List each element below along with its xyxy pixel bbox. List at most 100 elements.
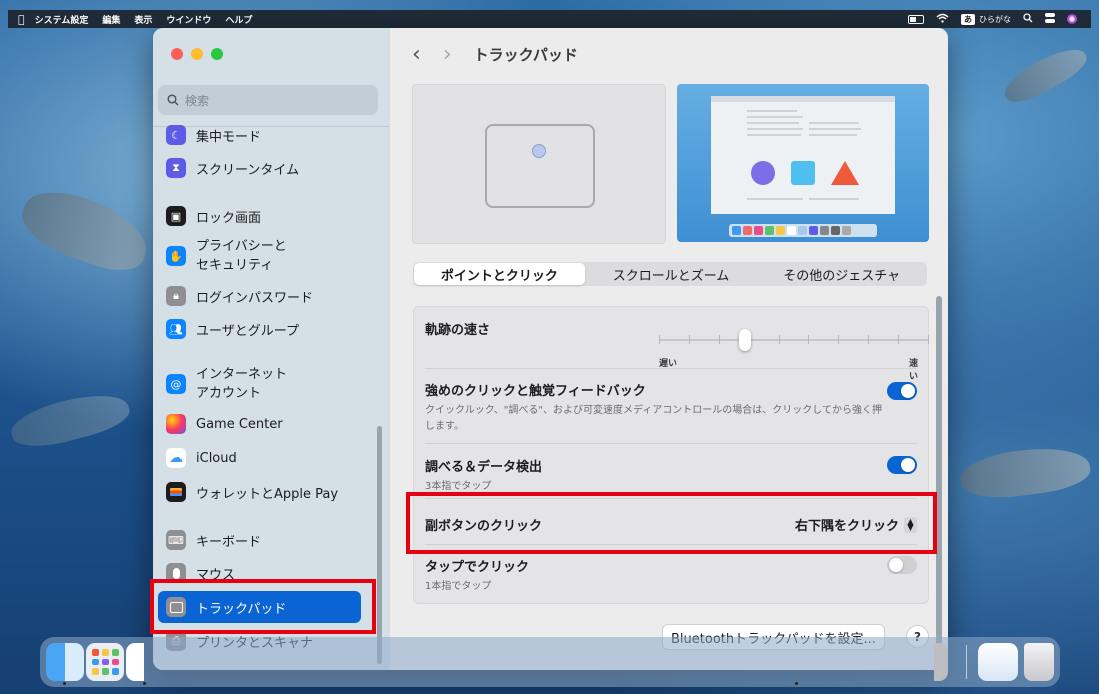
tracking-speed-slider[interactable]: [659, 329, 929, 351]
search-field[interactable]: 検索: [158, 85, 378, 115]
sidebar-item-internet-accounts[interactable]: @ インターネット アカウント: [166, 365, 287, 403]
sidebar-item-game-center[interactable]: Game Center: [166, 414, 283, 434]
slider-tick: [928, 335, 929, 344]
menu-help[interactable]: ヘルプ: [225, 13, 252, 26]
sidebar-item-focus[interactable]: ☾ 集中モード: [166, 125, 261, 145]
sidebar-item-label: キーボード: [196, 534, 262, 550]
sidebar-item-keyboard[interactable]: ⌨ キーボード: [166, 530, 261, 550]
sidebar-scrollbar[interactable]: [377, 426, 382, 664]
dock-running-indicator: [795, 682, 798, 685]
sidebar-item-lock-screen[interactable]: ▣ ロック画面: [166, 206, 261, 226]
slider-knob[interactable]: [738, 329, 751, 351]
system-settings-window: 検索 ☾ 集中モード ⧗ スクリーンタイム ▣ ロック画面 ✋ プライバシーとセ…: [153, 28, 948, 670]
users-icon: 👥︎: [166, 319, 186, 339]
dock: [40, 637, 1060, 687]
back-button[interactable]: ‹: [412, 42, 421, 67]
minimize-button[interactable]: [191, 48, 203, 60]
control-center-icon[interactable]: [1045, 12, 1055, 26]
sidebar-item-label: iCloud: [196, 450, 237, 466]
highlight-box-trackpad: [150, 579, 376, 634]
sidebar-item-login-password[interactable]: 🔒︎ ログインパスワード: [166, 286, 313, 306]
menu-view[interactable]: 表示: [134, 13, 152, 26]
tracking-speed-label: 軌跡の速さ: [425, 323, 491, 338]
system-settings-dock-icon[interactable]: [934, 643, 948, 681]
moon-icon: ☾: [166, 125, 186, 145]
sidebar-item-wallet[interactable]: ウォレットとApple Pay: [166, 482, 338, 502]
sidebar-item-label: ロック画面: [196, 210, 262, 226]
tracking-speed-row: 軌跡の速さ 遅い 速い: [425, 319, 929, 382]
finger-dot: [532, 144, 546, 158]
lock-icon: 🔒︎: [166, 286, 186, 306]
force-click-description: クイックルック、"調べる"、および可変速度メディアコントロールの場合は、クリック…: [425, 405, 882, 432]
close-button[interactable]: [171, 48, 183, 60]
trash-icon[interactable]: [1024, 643, 1054, 681]
page-title: トラックパッド: [473, 46, 578, 64]
main-scrollbar[interactable]: [936, 296, 942, 666]
sidebar-item-privacy-security[interactable]: ✋ プライバシーと セキュリティ: [166, 237, 287, 275]
slider-tick: [659, 335, 660, 344]
sidebar-item-label: ユーザとグループ: [196, 323, 299, 339]
safari-icon[interactable]: [126, 643, 144, 681]
battery-icon[interactable]: [908, 14, 924, 24]
siri-icon[interactable]: [1067, 14, 1077, 24]
finder-icon[interactable]: [46, 643, 84, 681]
dock-separator: [966, 645, 967, 679]
sidebar-item-screen-time[interactable]: ⧗ スクリーンタイム: [166, 158, 299, 178]
sidebar-item-icloud[interactable]: ☁ iCloud: [166, 448, 237, 468]
force-click-row: 強めのクリックと触覚フィードバック クイックルック、"調べる"、および可変速度メ…: [425, 380, 917, 435]
hourglass-icon: ⧗: [166, 158, 186, 178]
slider-tick: [898, 335, 900, 344]
input-method-label[interactable]: ひらがな: [979, 14, 1011, 25]
dolphin-image: [957, 441, 1093, 504]
sidebar-item-label: スクリーンタイム: [196, 162, 300, 178]
lock-screen-icon: ▣: [166, 206, 186, 226]
menu-window[interactable]: ウインドウ: [166, 13, 211, 26]
sidebar-item-label-2: アカウント: [196, 386, 262, 401]
folder-icon[interactable]: [978, 643, 1018, 681]
tab-point-and-click[interactable]: ポイントとクリック: [414, 263, 585, 285]
spotlight-icon[interactable]: [1023, 12, 1033, 26]
lookup-row: 調べる＆データ検出 3本指でタップ: [425, 456, 917, 495]
preview-window: [711, 96, 895, 214]
tap-to-click-row: タップでクリック 1本指でタップ: [425, 556, 917, 595]
menu-app-name[interactable]: システム設定: [35, 13, 89, 26]
sidebar-item-label: ログインパスワード: [196, 290, 314, 306]
sidebar-item-label: 集中モード: [196, 129, 262, 145]
sidebar-item-label-2: セキュリティ: [196, 258, 274, 273]
wifi-icon[interactable]: [936, 13, 949, 26]
menu-edit[interactable]: 編集: [102, 13, 120, 26]
forward-button[interactable]: ›: [443, 42, 452, 67]
tab-scroll-and-zoom[interactable]: スクロールとズーム: [586, 262, 757, 286]
hand-icon: ✋: [166, 246, 186, 266]
force-click-toggle[interactable]: [887, 382, 917, 400]
tab-more-gestures[interactable]: その他のジェスチャ: [756, 262, 927, 286]
sidebar-item-users-groups[interactable]: 👥︎ ユーザとグループ: [166, 319, 299, 339]
game-center-icon: [166, 414, 186, 434]
sidebar-item-label: インターネット: [196, 367, 288, 382]
lookup-label: 調べる＆データ検出: [425, 460, 543, 475]
apple-menu-icon[interactable]: : [18, 13, 25, 26]
dolphin-image: [6, 385, 134, 455]
sidebar: 検索 ☾ 集中モード ⧗ スクリーンタイム ▣ ロック画面 ✋ プライバシーとセ…: [153, 28, 390, 670]
wallet-icon: [166, 482, 186, 502]
sidebar-item-label: プライバシーと: [196, 239, 287, 254]
highlight-box-secondary-click: [406, 492, 937, 554]
launchpad-icon[interactable]: [86, 643, 124, 681]
keyboard-icon: ⌨: [166, 530, 186, 550]
square-shape: [791, 161, 815, 185]
slider-tick: [688, 335, 690, 344]
force-click-label: 強めのクリックと触覚フィードバック: [425, 384, 646, 399]
slider-max-label: 速い: [909, 359, 919, 382]
lookup-toggle[interactable]: [887, 456, 917, 474]
tap-to-click-description: 1本指でタップ: [425, 581, 492, 592]
preview-dock: [729, 224, 877, 237]
search-placeholder: 検索: [185, 93, 210, 108]
tap-to-click-toggle[interactable]: [887, 556, 917, 574]
tap-to-click-label: タップでクリック: [425, 560, 530, 575]
sidebar-item-label: ウォレットとApple Pay: [196, 486, 339, 502]
dolphin-image: [13, 179, 157, 281]
divider: [425, 368, 917, 369]
input-method-icon[interactable]: あ: [961, 13, 975, 25]
slider-tick: [718, 335, 720, 344]
zoom-button[interactable]: [211, 48, 223, 60]
